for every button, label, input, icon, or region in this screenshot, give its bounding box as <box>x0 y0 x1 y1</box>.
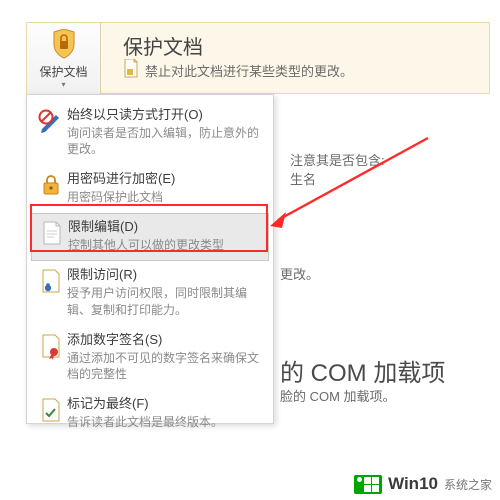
document-icon <box>123 59 139 79</box>
menu-item-restrict-access[interactable]: 限制访问(R) 授予用户访问权限，同时限制其编辑、复制和打印能力。 <box>27 261 273 325</box>
menu-item-desc: 询问读者是否加入编辑，防止意外的更改。 <box>67 125 265 157</box>
menu-item-restrict-edit[interactable]: 限制编辑(D) 控制其他人可以做的更改类型 <box>31 213 269 261</box>
watermark-brand: Win10 <box>388 474 438 494</box>
bg-text-line1: 注意其是否包含: <box>290 150 385 169</box>
protect-document-menu: 始终以只读方式打开(O) 询问读者是否加入编辑，防止意外的更改。 用密码进行加密… <box>26 94 274 424</box>
chevron-down-icon: ▾ <box>61 80 65 89</box>
watermark-sub: 系统之家 <box>444 476 492 493</box>
bg-text-line4: 脸的 COM 加载项。 <box>280 386 396 405</box>
menu-item-desc: 控制其他人可以做的更改类型 <box>68 237 264 253</box>
watermark: Win10 系统之家 <box>354 474 492 494</box>
menu-item-title: 标记为最终(F) <box>67 396 265 413</box>
bg-text-line3: 更改。 <box>280 264 319 283</box>
lock-icon <box>35 171 67 205</box>
menu-item-desc: 用密码保护此文档 <box>67 189 265 205</box>
bg-big-text: 的 COM 加载项 <box>280 353 445 388</box>
menu-item-readonly[interactable]: 始终以只读方式打开(O) 询问读者是否加入编辑，防止意外的更改。 <box>27 101 273 165</box>
menu-item-desc: 通过添加不可见的数字签名来确保文档的完整性 <box>67 350 265 382</box>
protect-document-button-label: 保护文档 <box>39 63 87 80</box>
menu-item-encrypt[interactable]: 用密码进行加密(E) 用密码保护此文档 <box>27 165 273 213</box>
brand-logo-icon <box>354 475 382 494</box>
protect-document-banner: 保护文档 ▾ 保护文档 禁止对此文档进行某些类型的更改。 <box>26 22 490 94</box>
pencil-prohibit-icon <box>35 107 67 157</box>
menu-item-desc: 告诉读者此文档是最终版本。 <box>67 414 265 430</box>
menu-item-title: 添加数字签名(S) <box>67 332 265 349</box>
menu-item-signature[interactable]: 添加数字签名(S) 通过添加不可见的数字签名来确保文档的完整性 <box>27 326 273 390</box>
document-person-icon <box>35 267 67 317</box>
menu-item-final[interactable]: 标记为最终(F) 告诉读者此文档是最终版本。 <box>27 390 273 438</box>
ribbon-icon <box>35 332 67 382</box>
banner-desc: 禁止对此文档进行某些类型的更改。 <box>145 61 353 80</box>
document-restrict-icon <box>36 219 68 253</box>
banner-title: 保护文档 <box>123 31 203 60</box>
document-check-icon <box>35 396 67 430</box>
shield-lock-icon <box>51 29 77 59</box>
menu-item-title: 始终以只读方式打开(O) <box>67 107 265 124</box>
protect-document-button[interactable]: 保护文档 ▾ <box>27 23 101 95</box>
menu-item-title: 用密码进行加密(E) <box>67 171 265 188</box>
bg-text-line2: 生名 <box>290 169 316 188</box>
menu-item-title: 限制访问(R) <box>67 267 265 284</box>
menu-item-title: 限制编辑(D) <box>68 219 264 236</box>
menu-item-desc: 授予用户访问权限，同时限制其编辑、复制和打印能力。 <box>67 285 265 317</box>
